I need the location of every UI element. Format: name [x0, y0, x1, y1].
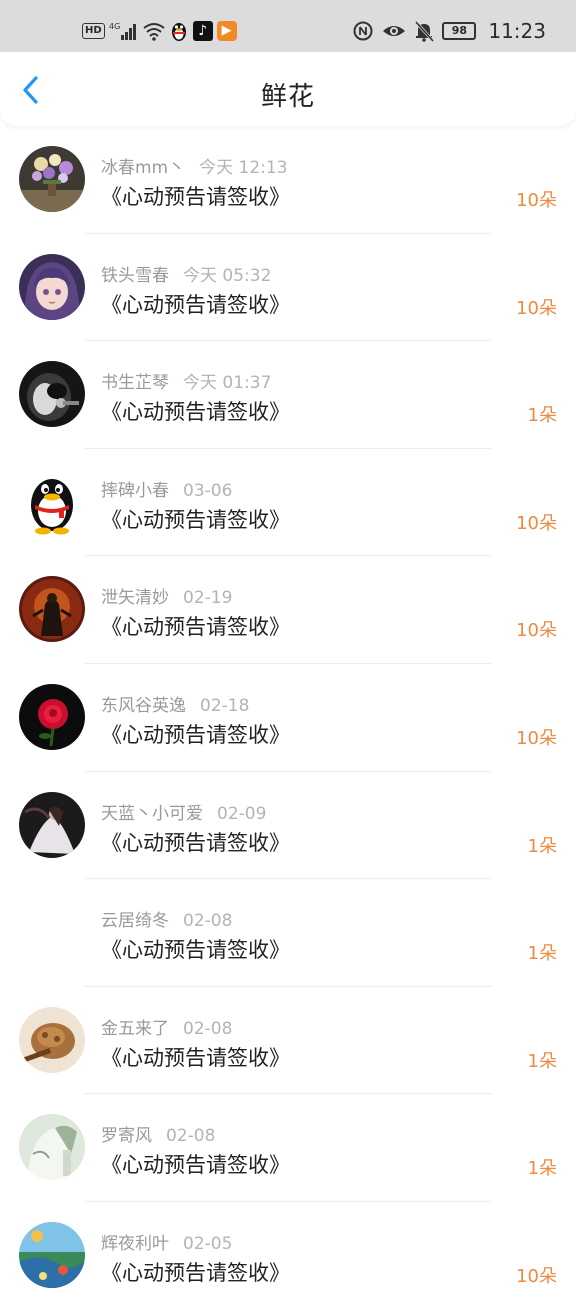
sender-name[interactable]: 书生芷琴 [101, 373, 169, 393]
sender-name[interactable]: 冰春mm丶 [101, 158, 185, 178]
sender-name[interactable]: 天蓝丶小可爱 [101, 804, 203, 824]
avatar[interactable] [19, 469, 85, 535]
flower-count: 10朵 [516, 620, 557, 642]
list-item[interactable]: 冰春mm丶 今天 12:13 《心动预告请签收》 10朵 [0, 126, 576, 234]
list-item[interactable]: 铁头雪春 今天 05:32 《心动预告请签收》 10朵 [0, 234, 576, 342]
flower-count: 10朵 [516, 727, 557, 749]
sender-name[interactable]: 金五来了 [101, 1019, 169, 1039]
eye-icon [382, 21, 406, 41]
list-item[interactable]: 罗寄风 02-08 《心动预告请签收》 1朵 [0, 1094, 576, 1202]
status-left-icons: HD 4G ♪ ▶ [82, 20, 237, 42]
nav-bar: 鲜花 [0, 52, 576, 126]
status-right-icons: 98 11:23 [352, 18, 546, 44]
svg-text:4G: 4G [109, 22, 120, 31]
flower-count: 1朵 [527, 835, 557, 857]
battery-icon: 98 [442, 22, 477, 40]
list-item[interactable]: 天蓝丶小可爱 02-09 《心动预告请签收》 1朵 [0, 772, 576, 880]
flower-count: 10朵 [516, 190, 557, 211]
video-app-icon: ▶ [216, 21, 237, 41]
avatar[interactable] [19, 576, 85, 643]
timestamp: 03-06 [183, 480, 233, 501]
sender-line: 摔碑小春 03-06 [101, 476, 232, 501]
flower-count: 1朵 [527, 1158, 557, 1180]
avatar[interactable] [19, 899, 85, 966]
avatar[interactable] [19, 146, 85, 212]
list-item[interactable]: 泄矢清妙 02-19 《心动预告请签收》 10朵 [0, 556, 576, 664]
sender-line: 金五来了 02-08 [101, 1014, 232, 1039]
status-bar: HD 4G ♪ ▶ 98 11:23 [0, 0, 576, 52]
qq-app-icon [169, 20, 189, 42]
list-item[interactable]: 金五来了 02-08 《心动预告请签收》 1朵 [0, 987, 576, 1095]
sender-name[interactable]: 云居绮冬 [101, 911, 169, 931]
page-title: 鲜花 [260, 82, 315, 112]
flower-count: 10朵 [516, 1265, 557, 1287]
timestamp: 02-09 [217, 803, 267, 824]
timestamp: 02-08 [183, 1018, 233, 1039]
avatar[interactable] [19, 361, 85, 428]
flower-count: 10朵 [516, 512, 557, 534]
list-item[interactable]: 辉夜利叶 02-05 《心动预告请签收》 10朵 [0, 1202, 576, 1310]
avatar[interactable] [19, 1006, 85, 1073]
sender-name[interactable]: 罗寄风 [101, 1126, 152, 1146]
timestamp: 02-08 [183, 911, 233, 932]
flower-list: 冰春mm丶 今天 12:13 《心动预告请签收》 10朵 铁头雪春 今天 05:32… [0, 126, 576, 1310]
sender-name[interactable]: 东风谷英逸 [101, 696, 186, 716]
timestamp: 今天 12:13 [199, 158, 288, 178]
sender-line: 泄矢清妙 02-19 [101, 583, 232, 608]
timestamp: 今天 01:37 [183, 373, 272, 394]
avatar[interactable] [19, 791, 85, 858]
wifi-icon [143, 21, 165, 41]
timestamp: 02-19 [183, 588, 233, 609]
gift-title: 《心动预告请签收》 [101, 507, 290, 532]
gift-title: 《心动预告请签收》 [101, 400, 290, 425]
timestamp: 02-08 [166, 1126, 216, 1147]
hd-icon: HD [82, 23, 105, 39]
gift-title: 《心动预告请签收》 [101, 185, 290, 209]
tiktok-app-icon: ♪ [192, 21, 213, 41]
timestamp: 今天 05:32 [183, 265, 272, 286]
list-item[interactable]: 东风谷英逸 02-18 《心动预告请签收》 10朵 [0, 664, 576, 772]
sender-name[interactable]: 摔碑小春 [101, 481, 169, 501]
avatar[interactable] [19, 253, 85, 320]
flower-count: 1朵 [527, 1050, 557, 1072]
signal-icon: 4G [109, 21, 139, 41]
gift-title: 《心动预告请签收》 [101, 292, 290, 317]
sender-line: 云居绮冬 02-08 [101, 906, 232, 931]
nfc-icon [352, 20, 374, 42]
gift-title: 《心动预告请签收》 [101, 722, 290, 747]
flower-count: 1朵 [527, 943, 557, 965]
avatar[interactable] [19, 1114, 85, 1181]
sender-name[interactable]: 泄矢清妙 [101, 588, 169, 608]
avatar[interactable] [19, 1221, 85, 1288]
sender-line: 书生芷琴 今天 01:37 [101, 368, 271, 393]
list-item[interactable]: 书生芷琴 今天 01:37 《心动预告请签收》 1朵 [0, 341, 576, 449]
sender-name[interactable]: 辉夜利叶 [101, 1234, 169, 1254]
timestamp: 02-05 [183, 1233, 233, 1254]
gift-title: 《心动预告请签收》 [101, 1260, 290, 1285]
sender-line: 冰春mm丶 今天 12:13 [101, 153, 288, 178]
gift-title: 《心动预告请签收》 [101, 1045, 290, 1070]
avatar[interactable] [19, 683, 85, 750]
gift-title: 《心动预告请签收》 [101, 938, 290, 963]
list-item[interactable]: 云居绮冬 02-08 《心动预告请签收》 1朵 [0, 879, 576, 987]
flower-count: 10朵 [516, 297, 557, 319]
sender-line: 辉夜利叶 02-05 [101, 1229, 232, 1254]
sender-line: 天蓝丶小可爱 02-09 [101, 799, 266, 824]
sender-name[interactable]: 铁头雪春 [101, 266, 169, 286]
list-item[interactable]: 摔碑小春 03-06 《心动预告请签收》 10朵 [0, 449, 576, 557]
gift-title: 《心动预告请签收》 [101, 615, 290, 640]
gift-title: 《心动预告请签收》 [101, 830, 290, 855]
clock: 11:23 [488, 19, 546, 43]
mute-bell-icon [414, 20, 435, 42]
gift-title: 《心动预告请签收》 [101, 1153, 290, 1178]
sender-line: 罗寄风 02-08 [101, 1121, 215, 1146]
sender-line: 东风谷英逸 02-18 [101, 691, 249, 716]
timestamp: 02-18 [200, 695, 250, 716]
sender-line: 铁头雪春 今天 05:32 [101, 261, 271, 286]
flower-count: 1朵 [527, 405, 557, 427]
